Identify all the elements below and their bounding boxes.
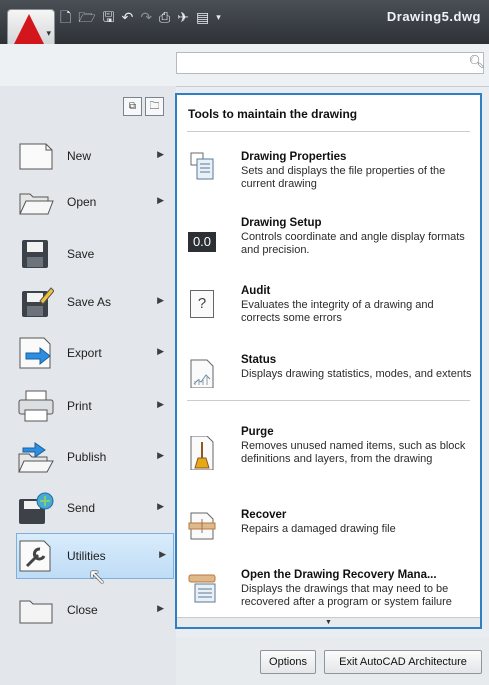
autocad-logo-icon: [14, 14, 44, 44]
menu-item-label: Utilities: [67, 549, 106, 563]
item-name: Recover: [241, 509, 287, 521]
item-description: Removes unused named items, such as bloc…: [241, 440, 466, 465]
redo-icon[interactable]: ↷: [140, 8, 152, 26]
menu-item-label: Print: [67, 399, 92, 413]
drawing-properties-icon: [187, 151, 217, 181]
search-icon[interactable]: 🔍︎: [468, 54, 485, 70]
menu-item-label: Open: [67, 195, 97, 209]
save-as-icon: [17, 286, 55, 318]
item-description: Sets and displays the file properties of…: [241, 165, 446, 190]
submenu-arrow-icon: ▶: [157, 603, 164, 613]
menu-item-label: Save As: [67, 295, 112, 309]
menu-item-open[interactable]: Open ▶: [17, 180, 171, 224]
recent-documents-icon[interactable]: ⧉: [123, 97, 142, 116]
item-name: Audit: [241, 285, 271, 297]
submenu-arrow-icon: ▶: [157, 195, 164, 205]
utilities-submenu: Tools to maintain the drawing Drawing Pr…: [175, 93, 482, 629]
menu-item-save-as[interactable]: Save As ▶: [17, 280, 171, 324]
menu-item-close[interactable]: Close ▶: [17, 588, 171, 632]
mouse-cursor-icon: ↖: [88, 564, 107, 589]
item-name: Drawing Setup: [241, 217, 322, 229]
item-name: Drawing Properties: [241, 151, 347, 163]
search-bar: 🔍︎: [0, 44, 489, 87]
menu-item-new[interactable]: New ▶: [17, 134, 171, 178]
panel-title: Tools to maintain the drawing: [188, 107, 358, 121]
submenu-arrow-icon: ▶: [159, 549, 166, 559]
item-description: Repairs a damaged drawing file: [241, 523, 396, 535]
drawing-recovery-icon: [187, 573, 217, 603]
item-description: Displays drawing statistics, modes, and …: [241, 368, 472, 380]
search-input[interactable]: [177, 53, 463, 73]
chevron-down-icon: ▾: [46, 28, 51, 38]
status-icon: [187, 358, 217, 388]
audit-icon-label: ?: [190, 290, 214, 318]
menu-item-save[interactable]: Save: [17, 232, 171, 276]
document-title: Drawing5.dwg: [386, 9, 481, 24]
recover-icon: [187, 511, 217, 541]
save-disk-icon: [17, 238, 55, 270]
submenu-arrow-icon: ▶: [157, 149, 164, 159]
publish-stack-icon: [17, 441, 55, 473]
open-icon[interactable]: 🗁: [78, 8, 95, 26]
item-name: Open the Drawing Recovery Mana...: [241, 569, 437, 581]
scroll-down-arrow-icon[interactable]: ▼: [177, 617, 480, 627]
menu-item-print[interactable]: Print ▶: [17, 384, 171, 428]
menu-item-publish[interactable]: Publish ▶: [17, 435, 171, 479]
submenu-arrow-icon: ▶: [157, 450, 164, 460]
options-button[interactable]: Options: [260, 650, 316, 674]
close-document-icon: [17, 594, 55, 626]
menu-item-label: Save: [67, 247, 95, 261]
quick-access-toolbar: 🗋 🗁 🖫 ↶ ↷ ⎙ ✈ ▤ ▾: [60, 8, 221, 26]
item-description: Evaluates the integrity of a drawing and…: [241, 299, 434, 324]
submenu-arrow-icon: ▶: [157, 399, 164, 409]
purge-icon: [187, 436, 217, 470]
printer-icon: [17, 390, 55, 422]
drawing-setup-icon-label: 0.0: [188, 232, 216, 252]
title-bar: 🗋 🗁 🖫 ↶ ↷ ⎙ ✈ ▤ ▾ Drawing5.dwg: [0, 0, 489, 44]
properties-icon[interactable]: ▤: [196, 8, 209, 26]
audit-icon: ?: [187, 289, 217, 319]
menu-item-export[interactable]: Export ▶: [17, 331, 171, 375]
item-name: Status: [241, 354, 277, 366]
submenu-arrow-icon: ▶: [157, 295, 164, 305]
view-toggle: ⧉ 🗀: [123, 97, 164, 116]
menu-item-label: Close: [67, 603, 98, 617]
search-box: 🔍︎: [176, 52, 485, 74]
folder-open-icon: [17, 186, 55, 218]
undo-icon[interactable]: ↶: [122, 8, 134, 26]
new-document-icon: [17, 140, 55, 172]
item-description: Controls coordinate and angle display fo…: [241, 231, 465, 256]
menu-item-label: New: [67, 149, 92, 163]
dropdown-icon[interactable]: ▾: [216, 8, 221, 26]
export-icon: [17, 337, 55, 369]
wrench-icon: [17, 540, 55, 572]
plot-icon[interactable]: ⎙: [159, 8, 170, 26]
new-icon[interactable]: 🗋: [60, 8, 71, 26]
menu-item-send[interactable]: Send ▶: [17, 486, 171, 530]
open-documents-icon[interactable]: 🗀: [145, 97, 164, 116]
exit-button[interactable]: Exit AutoCAD Architecture: [324, 650, 482, 674]
save-icon[interactable]: 🖫: [103, 8, 115, 26]
send-icon: [17, 492, 55, 524]
item-name: Purge: [241, 426, 274, 438]
drawing-setup-icon: 0.0: [187, 227, 217, 257]
menu-item-label: Send: [67, 501, 96, 515]
divider: [187, 400, 470, 401]
publish-icon[interactable]: ✈: [177, 8, 189, 26]
submenu-arrow-icon: ▶: [157, 346, 164, 356]
menu-item-label: Export: [67, 346, 102, 360]
submenu-arrow-icon: ▶: [157, 501, 164, 511]
menu-item-label: Publish: [67, 450, 107, 464]
divider: [187, 131, 470, 132]
